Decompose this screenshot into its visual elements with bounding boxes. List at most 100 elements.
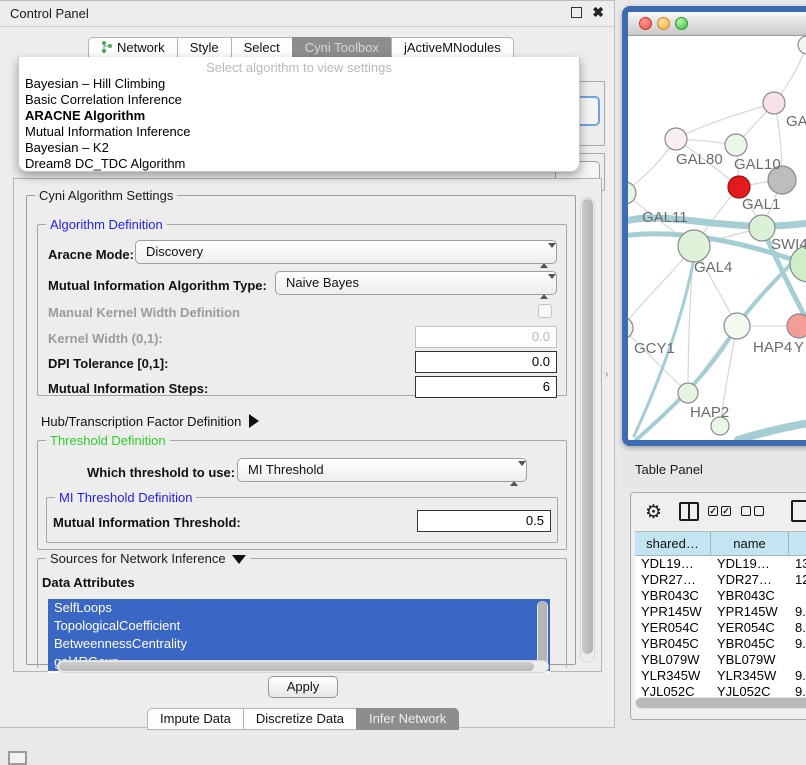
algorithm-option[interactable]: Mutual Information Inference bbox=[23, 124, 575, 140]
tab-discretize-data-label: Discretize Data bbox=[256, 711, 344, 726]
column-header-name[interactable]: name bbox=[711, 532, 789, 556]
table-row[interactable]: YDR27…YDR27…12 bbox=[635, 572, 806, 588]
table-document-icon[interactable] bbox=[791, 500, 806, 522]
column-header-partial[interactable]: A bbox=[789, 532, 806, 556]
table-row[interactable]: YDL19…YDL19…13 bbox=[635, 556, 806, 572]
tab-cyni-toolbox-label: Cyni Toolbox bbox=[305, 40, 379, 55]
float-window-icon[interactable] bbox=[571, 7, 582, 18]
which-threshold-label: Which threshold to use: bbox=[87, 465, 235, 480]
network-icon bbox=[101, 41, 113, 53]
expander-expanded-icon bbox=[232, 555, 246, 564]
table-panel-header: Table Panel bbox=[622, 452, 806, 488]
node-table: shared… name A YDL19…YDL19…13 YDR27…YDR2… bbox=[635, 531, 806, 699]
cyni-settings-panel: Cyni Algorithm Settings Algorithm Defini… bbox=[13, 178, 602, 672]
hub-definition-label: Hub/Transcription Factor Definition bbox=[41, 414, 241, 429]
attribute-item[interactable]: BetweennessCentrality bbox=[48, 635, 550, 653]
table-horizontal-scrollbar[interactable] bbox=[635, 697, 806, 709]
mi-type-label: Mutual Information Algorithm Type: bbox=[48, 278, 267, 293]
table-row[interactable]: YPR145WYPR145W9. bbox=[635, 604, 806, 620]
table-row[interactable]: YBL079WYBL079W bbox=[635, 652, 806, 668]
mi-steps-field[interactable]: 6 bbox=[415, 376, 557, 398]
which-threshold-combobox[interactable]: MI Threshold bbox=[237, 458, 527, 482]
aracne-mode-value: Discovery bbox=[146, 244, 203, 259]
dpi-tolerance-value: 0.0 bbox=[532, 354, 550, 369]
kernel-width-field[interactable]: 0.0 bbox=[415, 326, 557, 348]
mi-threshold-group-title: MI Threshold Definition bbox=[55, 490, 196, 505]
node-label-gal1: GAL1 bbox=[742, 196, 780, 213]
partially-visible-icon[interactable] bbox=[8, 751, 27, 765]
select-all-checkboxes-icon[interactable]: ✓✓ bbox=[708, 506, 731, 516]
aracne-mode-label: Aracne Mode: bbox=[48, 247, 134, 262]
network-canvas[interactable]: GAL GAL80 GAL10 GAL1 GAL11 SWI4 GAL4 GCY… bbox=[628, 36, 806, 440]
dpi-tolerance-field[interactable]: 0.0 bbox=[415, 351, 557, 373]
tab-infer-network[interactable]: Infer Network bbox=[356, 708, 459, 730]
spinner-arrows-icon bbox=[510, 463, 519, 479]
settings-vertical-scrollbar[interactable] bbox=[580, 197, 595, 663]
deselect-all-checkboxes-icon[interactable] bbox=[741, 506, 764, 516]
sources-group-title[interactable]: Sources for Network Inference bbox=[46, 551, 250, 566]
zoom-traffic-light-icon[interactable] bbox=[675, 17, 688, 30]
mi-steps-value: 6 bbox=[543, 379, 550, 394]
tab-style[interactable]: Style bbox=[177, 37, 231, 59]
mi-threshold-field[interactable]: 0.5 bbox=[417, 510, 551, 532]
kernel-width-label: Kernel Width (0,1): bbox=[48, 331, 163, 346]
tab-discretize-data[interactable]: Discretize Data bbox=[243, 708, 356, 730]
data-attributes-label: Data Attributes bbox=[42, 575, 135, 590]
algorithm-option[interactable]: Basic Correlation Inference bbox=[23, 92, 575, 108]
sources-group: Sources for Network Inference Data Attri… bbox=[37, 558, 567, 668]
settings-horizontal-scrollbar[interactable] bbox=[57, 660, 549, 673]
cyni-algorithm-settings-group: Cyni Algorithm Settings Algorithm Defini… bbox=[26, 195, 576, 665]
minimize-traffic-light-icon[interactable] bbox=[657, 17, 670, 30]
algorithm-option[interactable]: Dream8 DC_TDC Algorithm bbox=[23, 156, 575, 172]
spinner-arrows-icon bbox=[540, 245, 549, 261]
attribute-item[interactable]: TopologicalCoefficient bbox=[48, 617, 550, 635]
tab-select[interactable]: Select bbox=[231, 37, 292, 59]
table-row[interactable]: YLR345WYLR345W9. bbox=[635, 668, 806, 684]
mi-threshold-label: Mutual Information Threshold: bbox=[53, 515, 241, 530]
splitter-mark[interactable]: › bbox=[605, 369, 608, 380]
tab-jactivemnodules-label: jActiveMNodules bbox=[404, 40, 501, 55]
dpi-tolerance-label: DPI Tolerance [0,1]: bbox=[48, 356, 168, 371]
split-columns-icon[interactable] bbox=[679, 502, 699, 521]
dropdown-prompt: Select algorithm to view settings bbox=[19, 60, 579, 75]
tab-infer-network-label: Infer Network bbox=[369, 711, 446, 726]
tab-impute-data[interactable]: Impute Data bbox=[147, 708, 243, 730]
attribute-item[interactable]: SelfLoops bbox=[48, 599, 550, 617]
network-graph: GAL GAL80 GAL10 GAL1 GAL11 SWI4 GAL4 GCY… bbox=[628, 36, 806, 440]
table-row[interactable]: YBR045CYBR045C9. bbox=[635, 636, 806, 652]
algorithm-option[interactable]: Bayesian – Hill Climbing bbox=[23, 76, 575, 92]
close-icon[interactable]: ✖ bbox=[592, 4, 604, 21]
threshold-definition-title: Threshold Definition bbox=[46, 433, 170, 448]
node-label-gal4: GAL4 bbox=[694, 259, 732, 276]
which-threshold-value: MI Threshold bbox=[248, 462, 324, 477]
tab-impute-data-label: Impute Data bbox=[160, 711, 231, 726]
apply-button[interactable]: Apply bbox=[268, 676, 338, 698]
mi-steps-label: Mutual Information Steps: bbox=[48, 381, 208, 396]
manual-kernel-checkbox[interactable] bbox=[538, 304, 552, 318]
column-header-shared-name[interactable]: shared… bbox=[635, 532, 711, 556]
table-row[interactable]: YBR043CYBR043C bbox=[635, 588, 806, 604]
gear-icon[interactable]: ⚙ bbox=[645, 501, 662, 524]
tab-jactivemnodules[interactable]: jActiveMNodules bbox=[391, 37, 514, 59]
tab-select-label: Select bbox=[244, 40, 280, 55]
table-header-row: shared… name A bbox=[635, 532, 806, 556]
mi-threshold-value: 0.5 bbox=[526, 513, 544, 528]
table-row[interactable]: YER054CYER054C8. bbox=[635, 620, 806, 636]
manual-kernel-label: Manual Kernel Width Definition bbox=[48, 305, 240, 320]
kernel-width-value: 0.0 bbox=[532, 329, 550, 344]
mi-type-value: Naive Bayes bbox=[286, 275, 359, 290]
attribute-list-scrollbar[interactable] bbox=[537, 601, 548, 669]
algorithm-option[interactable]: Bayesian – K2 bbox=[23, 140, 575, 156]
mi-type-combobox[interactable]: Naive Bayes bbox=[275, 271, 557, 295]
algorithm-option-selected[interactable]: ARACNE Algorithm bbox=[23, 108, 575, 124]
tab-cyni-toolbox[interactable]: Cyni Toolbox bbox=[292, 37, 391, 59]
node-label-gal80: GAL80 bbox=[676, 151, 723, 168]
tab-style-label: Style bbox=[190, 40, 219, 55]
hub-definition-expander[interactable]: Hub/Transcription Factor Definition bbox=[41, 412, 259, 429]
close-traffic-light-icon[interactable] bbox=[639, 17, 652, 30]
node-label-gal-partial: GAL bbox=[786, 113, 806, 130]
algorithm-list: Bayesian – Hill Climbing Basic Correlati… bbox=[23, 76, 575, 172]
aracne-mode-combobox[interactable]: Discovery bbox=[135, 240, 557, 264]
panel-title: Control Panel bbox=[10, 6, 89, 21]
tab-network[interactable]: Network bbox=[88, 37, 177, 59]
